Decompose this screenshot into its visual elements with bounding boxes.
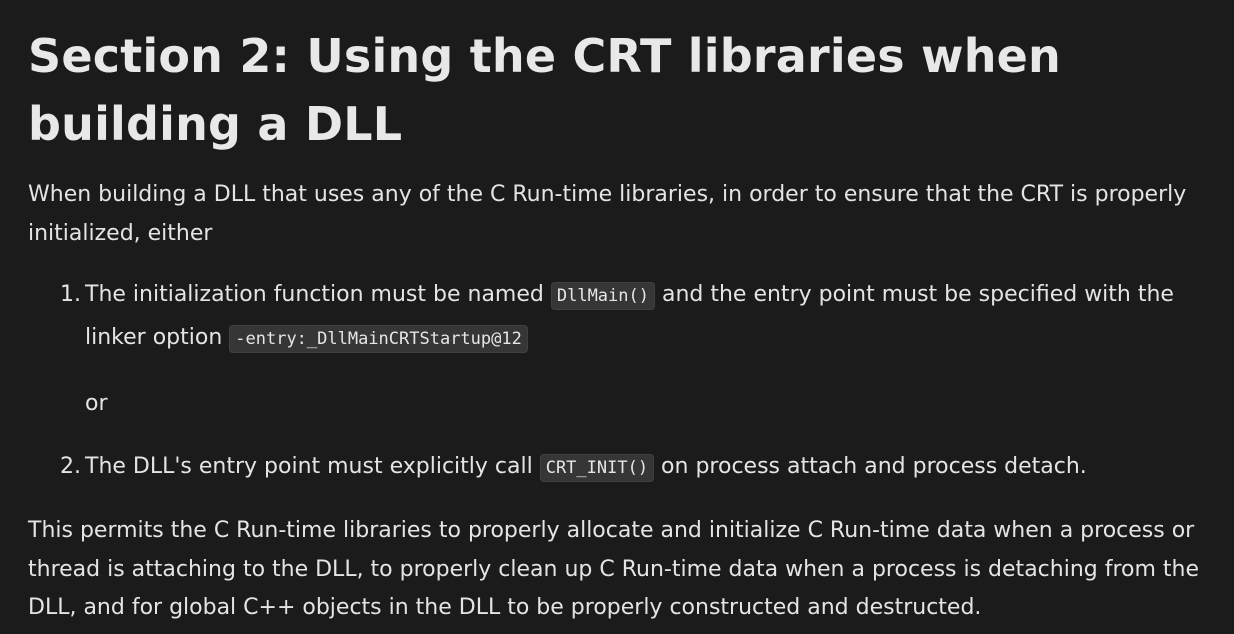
- or-text: or: [85, 391, 108, 416]
- requirements-list: 1. The initialization function must be n…: [28, 274, 1224, 489]
- list-item-text: on process attach and process detach.: [654, 454, 1087, 479]
- list-item: 2. The DLL's entry point must explicitly…: [28, 446, 1224, 489]
- inline-code: DllMain(): [550, 282, 655, 310]
- closing-paragraph: This permits the C Run-time libraries to…: [28, 518, 1200, 620]
- intro-paragraph: When building a DLL that uses any of the…: [28, 182, 1187, 246]
- list-item-number: 1.: [60, 282, 81, 307]
- article-content: Section 2: Using the CRT libraries when …: [28, 0, 1224, 628]
- inline-code: CRT_INIT(): [539, 454, 655, 482]
- list-item: 1. The initialization function must be n…: [28, 274, 1224, 424]
- section-heading: Section 2: Using the CRT libraries when …: [28, 29, 1062, 151]
- list-item-number: 2.: [60, 454, 81, 479]
- inline-code: -entry:_DllMainCRTStartup@12: [229, 325, 528, 353]
- list-item-text: The initialization function must be name…: [85, 282, 551, 307]
- list-item-text: The DLL's entry point must explicitly ca…: [85, 454, 540, 479]
